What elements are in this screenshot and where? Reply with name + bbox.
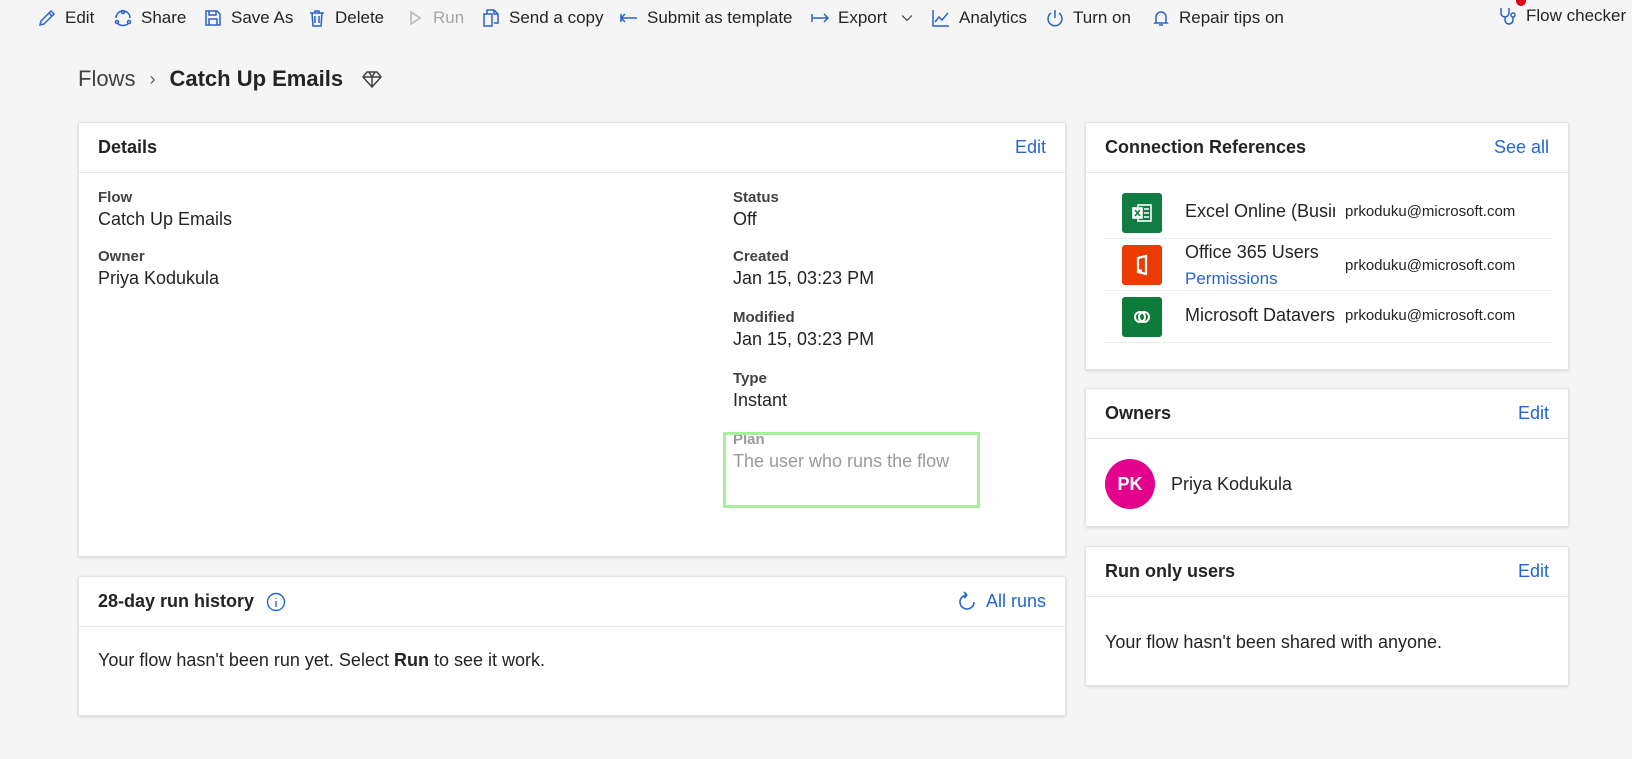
connections-header: Connection References See all bbox=[1086, 123, 1568, 173]
modified-field: Modified Jan 15, 03:23 PM bbox=[733, 309, 874, 350]
save-as-button[interactable]: Save As bbox=[203, 8, 293, 28]
connections-title: Connection References bbox=[1105, 137, 1307, 157]
owners-title: Owners bbox=[1105, 403, 1172, 423]
created-label: Created bbox=[733, 248, 789, 265]
type-field: Type Instant bbox=[733, 370, 787, 411]
command-bar: Edit Share Save As Delete Run Send a cop… bbox=[0, 0, 1632, 36]
chevron-down-icon bbox=[901, 15, 913, 22]
run-history-title-group: 28-day run history bbox=[98, 591, 286, 612]
created-field: Created Jan 15, 03:23 PM bbox=[733, 248, 874, 289]
bell-icon bbox=[1153, 11, 1169, 26]
connection-references-card: Connection References See all Excel Onli… bbox=[1085, 122, 1569, 370]
premium-icon[interactable] bbox=[361, 68, 383, 90]
details-title: Details bbox=[98, 137, 158, 157]
share-icon bbox=[114, 9, 132, 27]
run-only-message: Your flow hasn't been shared with anyone… bbox=[1105, 632, 1442, 652]
run-history-title: 28-day run history bbox=[98, 591, 255, 611]
edit-button[interactable]: Edit bbox=[37, 8, 94, 28]
owners-edit-link[interactable]: Edit bbox=[1518, 403, 1549, 424]
run-history-message: Your flow hasn't been run yet. Select Ru… bbox=[98, 650, 546, 670]
type-label: Type bbox=[733, 370, 767, 387]
submit-template-button[interactable]: Submit as template bbox=[619, 8, 793, 28]
type-value: Instant bbox=[733, 390, 788, 410]
created-value: Jan 15, 03:23 PM bbox=[733, 268, 875, 288]
avatar: PK bbox=[1105, 459, 1155, 509]
owner-name: Priya Kodukula bbox=[1171, 474, 1293, 494]
excel-icon bbox=[1122, 193, 1162, 233]
save-icon bbox=[205, 10, 221, 26]
run-history-card: 28-day run history All runs Your flow ha… bbox=[78, 576, 1066, 716]
run-only-users-card: Run only users Edit Your flow hasn't bee… bbox=[1085, 546, 1569, 686]
send-copy-button[interactable]: Send a copy bbox=[481, 8, 604, 28]
power-icon bbox=[1047, 10, 1063, 27]
share-button[interactable]: Share bbox=[113, 8, 186, 28]
refresh-icon bbox=[959, 590, 975, 610]
details-card: Details Edit Flow Catch Up Emails Owner … bbox=[78, 122, 1066, 557]
owners-card: Owners Edit PK Priya Kodukula bbox=[1085, 388, 1569, 527]
info-icon[interactable] bbox=[266, 592, 286, 612]
connection-name: Excel Online (Business) bbox=[1185, 201, 1335, 221]
flow-label: Flow bbox=[98, 189, 133, 206]
connection-name: Microsoft Dataverse bbox=[1185, 305, 1335, 325]
chart-icon bbox=[932, 10, 949, 27]
owner-value: Priya Kodukula bbox=[98, 268, 220, 288]
delete-button[interactable]: Delete bbox=[307, 8, 384, 28]
breadcrumb-flows-link[interactable]: Flows bbox=[78, 66, 135, 92]
status-label: Status bbox=[733, 189, 779, 206]
repair-tips-button[interactable]: Repair tips on bbox=[1151, 8, 1284, 28]
copy-icon bbox=[483, 9, 499, 27]
connection-row[interactable]: Excel Online (Business) prkoduku@microso… bbox=[1105, 187, 1551, 239]
export-button[interactable]: Export bbox=[810, 8, 915, 28]
breadcrumb-separator: › bbox=[149, 68, 156, 89]
stethoscope-icon bbox=[1500, 8, 1516, 25]
office-icon bbox=[1122, 245, 1162, 285]
analytics-button[interactable]: Analytics bbox=[931, 8, 1027, 28]
details-edit-link[interactable]: Edit bbox=[1015, 137, 1046, 158]
permissions-link[interactable]: Permissions bbox=[1185, 269, 1278, 289]
owner-label: Owner bbox=[98, 248, 145, 265]
dataverse-icon bbox=[1122, 297, 1162, 337]
modified-label: Modified bbox=[733, 309, 795, 326]
run-only-header: Run only users Edit bbox=[1086, 547, 1568, 597]
flow-field: Flow Catch Up Emails bbox=[98, 189, 232, 230]
connection-email: prkoduku@microsoft.com bbox=[1345, 203, 1516, 220]
all-runs-link[interactable]: All runs bbox=[956, 590, 1046, 613]
owner-field: Owner Priya Kodukula bbox=[98, 248, 219, 289]
connection-name: Office 365 Users bbox=[1185, 242, 1319, 262]
connection-email: prkoduku@microsoft.com bbox=[1345, 257, 1516, 274]
arrow-right-icon bbox=[811, 13, 830, 23]
owners-header: Owners Edit bbox=[1086, 389, 1568, 439]
run-only-edit-link[interactable]: Edit bbox=[1518, 561, 1549, 582]
connection-row[interactable]: Office 365 Users Permissions prkoduku@mi… bbox=[1105, 239, 1551, 291]
run-button[interactable]: Run bbox=[405, 8, 464, 28]
breadcrumb: Flows › Catch Up Emails bbox=[78, 66, 383, 92]
arrow-left-icon bbox=[619, 13, 637, 23]
run-history-header: 28-day run history All runs bbox=[79, 577, 1065, 627]
turn-on-button[interactable]: Turn on bbox=[1045, 8, 1131, 28]
play-icon bbox=[410, 10, 422, 26]
pencil-icon bbox=[38, 9, 56, 27]
flow-checker-button[interactable]: Flow checker bbox=[1498, 6, 1626, 26]
flow-value: Catch Up Emails bbox=[98, 209, 233, 229]
details-header: Details Edit bbox=[79, 123, 1065, 173]
status-value: Off bbox=[733, 209, 757, 229]
page-title: Catch Up Emails bbox=[169, 66, 344, 91]
modified-value: Jan 15, 03:23 PM bbox=[733, 329, 875, 349]
plan-highlight bbox=[723, 432, 980, 508]
see-all-link[interactable]: See all bbox=[1494, 137, 1549, 158]
connection-email: prkoduku@microsoft.com bbox=[1345, 307, 1516, 324]
status-field: Status Off bbox=[733, 189, 779, 230]
connection-row[interactable]: Microsoft Dataverse prkoduku@microsoft.c… bbox=[1105, 291, 1551, 343]
trash-icon bbox=[310, 10, 324, 27]
run-only-title: Run only users bbox=[1105, 561, 1236, 581]
